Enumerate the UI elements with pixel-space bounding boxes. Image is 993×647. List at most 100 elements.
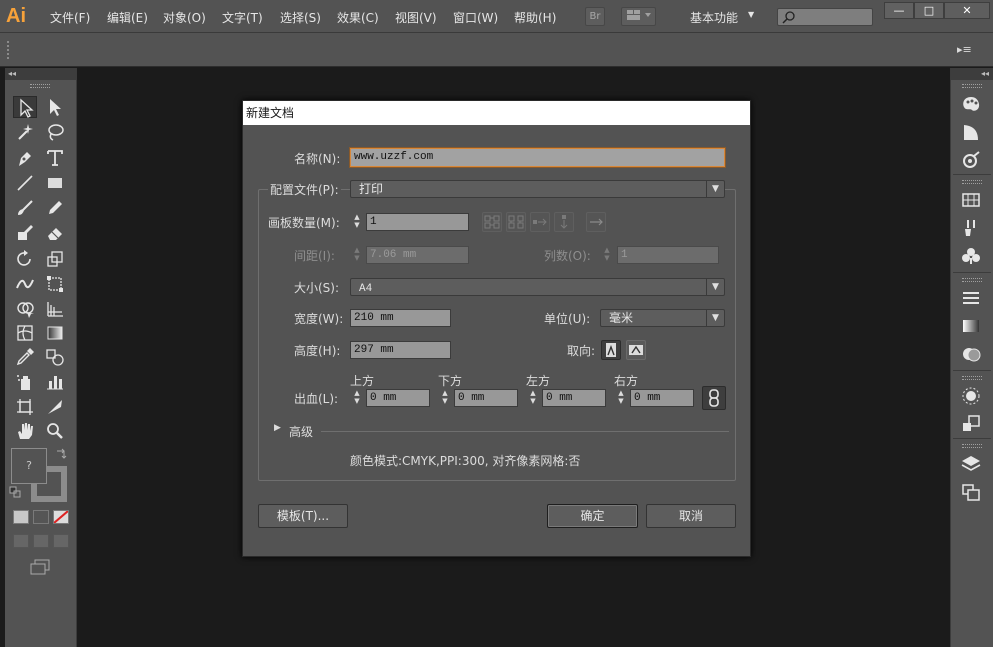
pen-tool[interactable] bbox=[13, 147, 37, 169]
cancel-button[interactable]: 取消 bbox=[646, 504, 736, 528]
templates-button[interactable]: 模板(T)... bbox=[258, 504, 348, 528]
blob-brush-tool[interactable] bbox=[13, 222, 37, 244]
menu-edit[interactable]: 编辑(E) bbox=[107, 9, 148, 26]
rotate-tool[interactable] bbox=[13, 248, 37, 270]
artboard-tool[interactable] bbox=[13, 396, 37, 418]
rectangle-tool[interactable] bbox=[43, 172, 67, 194]
draw-normal-button[interactable] bbox=[13, 534, 29, 548]
panel-grip[interactable] bbox=[962, 278, 982, 282]
screen-mode-icon[interactable] bbox=[29, 558, 51, 579]
search-input[interactable] bbox=[777, 8, 873, 26]
control-bar-grip[interactable] bbox=[7, 41, 9, 59]
grid-by-column-icon[interactable] bbox=[506, 212, 526, 232]
menu-window[interactable]: 窗口(W) bbox=[453, 9, 498, 26]
name-input[interactable]: www.uzzf.com bbox=[350, 148, 725, 167]
none-mode-button[interactable] bbox=[53, 510, 69, 524]
eraser-tool[interactable] bbox=[43, 222, 67, 244]
scale-tool[interactable] bbox=[43, 248, 67, 270]
free-transform-tool[interactable] bbox=[43, 273, 67, 295]
panel-grip[interactable] bbox=[962, 84, 982, 88]
artboards-stepper[interactable]: ▲ ▼ bbox=[350, 213, 364, 231]
gradient-panel-icon[interactable] bbox=[960, 316, 982, 336]
selection-tool[interactable] bbox=[13, 96, 37, 118]
link-bleed-button[interactable] bbox=[702, 386, 726, 410]
landscape-orientation-button[interactable] bbox=[626, 340, 646, 360]
color-themes-icon[interactable] bbox=[960, 150, 982, 170]
advanced-toggle[interactable]: 高级 bbox=[289, 423, 313, 440]
direct-selection-tool[interactable] bbox=[43, 96, 67, 118]
size-select[interactable]: A4 ▼ bbox=[350, 278, 725, 296]
stroke-panel-icon[interactable] bbox=[960, 288, 982, 308]
arrange-by-row-icon[interactable] bbox=[530, 212, 550, 232]
swatches-icon[interactable] bbox=[960, 190, 982, 210]
magic-wand-tool[interactable] bbox=[13, 121, 37, 143]
slice-tool[interactable] bbox=[43, 396, 67, 418]
expand-panels-icon[interactable]: ◂◂ bbox=[951, 68, 993, 80]
layers-icon[interactable] bbox=[960, 454, 982, 474]
arrange-documents-button[interactable] bbox=[621, 7, 656, 26]
advanced-expand-icon[interactable]: ▶ bbox=[274, 423, 281, 433]
bleed-right-input[interactable]: 0 mm bbox=[630, 389, 694, 407]
color-panel-icon[interactable] bbox=[960, 94, 982, 114]
menu-help[interactable]: 帮助(H) bbox=[514, 9, 556, 26]
bleed-top-stepper[interactable]: ▲ ▼ bbox=[350, 389, 364, 407]
tools-grip[interactable] bbox=[30, 84, 50, 88]
units-select[interactable]: 毫米 ▼ bbox=[600, 309, 725, 327]
bleed-left-input[interactable]: 0 mm bbox=[542, 389, 606, 407]
swap-fill-stroke-icon[interactable] bbox=[55, 448, 67, 460]
mesh-tool[interactable] bbox=[13, 322, 37, 344]
bleed-bottom-input[interactable]: 0 mm bbox=[454, 389, 518, 407]
blend-tool[interactable] bbox=[43, 346, 67, 368]
shape-builder-tool[interactable] bbox=[13, 298, 37, 320]
type-tool[interactable] bbox=[43, 147, 67, 169]
maximize-button[interactable]: □ bbox=[914, 2, 944, 19]
menu-select[interactable]: 选择(S) bbox=[280, 9, 321, 26]
symbol-sprayer-tool[interactable] bbox=[13, 371, 37, 393]
dialog-title[interactable]: 新建文档 bbox=[243, 101, 750, 125]
menu-type[interactable]: 文字(T) bbox=[222, 9, 263, 26]
transparency-icon[interactable] bbox=[960, 344, 982, 364]
close-button[interactable]: ✕ bbox=[944, 2, 990, 19]
perspective-grid-tool[interactable] bbox=[43, 298, 67, 320]
height-input[interactable]: 297 mm bbox=[350, 341, 451, 359]
bridge-button[interactable]: Br bbox=[585, 7, 605, 26]
menu-object[interactable]: 对象(O) bbox=[163, 9, 206, 26]
profile-select[interactable]: 打印 ▼ bbox=[350, 180, 725, 198]
panel-grip[interactable] bbox=[962, 180, 982, 184]
bleed-right-stepper[interactable]: ▲ ▼ bbox=[614, 389, 628, 407]
default-fill-stroke-icon[interactable] bbox=[9, 486, 21, 498]
draw-behind-button[interactable] bbox=[33, 534, 49, 548]
artboards-input[interactable]: 1 bbox=[366, 213, 469, 231]
panel-menu-icon[interactable]: ▸≡ bbox=[957, 43, 972, 56]
graphic-styles-icon[interactable] bbox=[960, 414, 982, 434]
color-mode-button[interactable] bbox=[13, 510, 29, 524]
portrait-orientation-button[interactable] bbox=[601, 340, 621, 360]
menu-view[interactable]: 视图(V) bbox=[395, 9, 437, 26]
columns-input[interactable]: 1 bbox=[617, 246, 719, 264]
gradient-mode-button[interactable] bbox=[33, 510, 49, 524]
ok-button[interactable]: 确定 bbox=[547, 504, 638, 528]
column-graph-tool[interactable] bbox=[43, 371, 67, 393]
columns-stepper[interactable]: ▲ ▼ bbox=[600, 246, 614, 264]
panel-grip[interactable] bbox=[962, 376, 982, 380]
lasso-tool[interactable] bbox=[43, 121, 67, 143]
artboards-panel-icon[interactable] bbox=[960, 482, 982, 502]
symbols-icon[interactable] bbox=[960, 246, 982, 266]
menu-file[interactable]: 文件(F) bbox=[50, 9, 90, 26]
minimize-button[interactable]: — bbox=[884, 2, 914, 19]
brushes-icon[interactable] bbox=[960, 218, 982, 238]
eyedropper-tool[interactable] bbox=[13, 346, 37, 368]
bleed-left-stepper[interactable]: ▲ ▼ bbox=[526, 389, 540, 407]
layout-direction-icon[interactable] bbox=[586, 212, 606, 232]
bleed-bottom-stepper[interactable]: ▲ ▼ bbox=[438, 389, 452, 407]
width-tool[interactable] bbox=[13, 273, 37, 295]
color-guide-icon[interactable] bbox=[960, 122, 982, 142]
hand-tool[interactable] bbox=[13, 420, 37, 442]
spacing-input[interactable]: 7.06 mm bbox=[366, 246, 469, 264]
grid-by-row-icon[interactable] bbox=[482, 212, 502, 232]
appearance-icon[interactable] bbox=[960, 386, 982, 406]
fill-swatch[interactable]: ? bbox=[11, 448, 47, 484]
paintbrush-tool[interactable] bbox=[13, 197, 37, 219]
arrange-by-column-icon[interactable] bbox=[554, 212, 574, 232]
zoom-tool[interactable] bbox=[43, 420, 67, 442]
